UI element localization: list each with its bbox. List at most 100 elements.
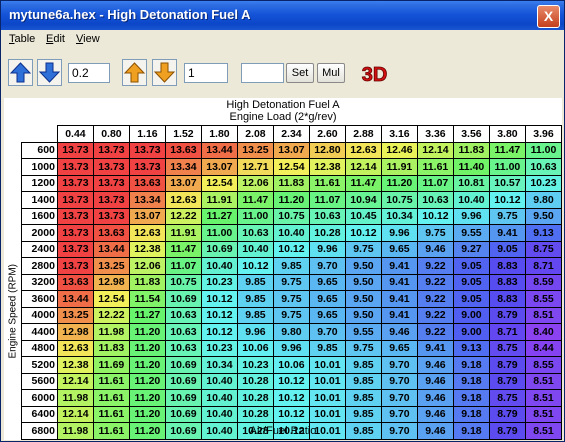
afr-cell[interactable]: 9.13 <box>452 339 490 357</box>
afr-cell[interactable]: 9.65 <box>380 339 418 357</box>
afr-cell[interactable]: 10.69 <box>164 405 202 423</box>
afr-cell[interactable]: 11.47 <box>344 174 382 192</box>
menu-table[interactable]: Table <box>9 33 35 45</box>
afr-cell[interactable]: 13.73 <box>92 141 130 159</box>
afr-cell[interactable]: 11.83 <box>272 174 310 192</box>
afr-cell[interactable]: 13.25 <box>236 141 274 159</box>
afr-cell[interactable]: 8.51 <box>524 405 563 423</box>
afr-cell[interactable]: 11.61 <box>92 389 130 407</box>
afr-cell[interactable]: 13.73 <box>56 240 94 258</box>
afr-cell[interactable]: 12.14 <box>416 141 454 159</box>
afr-cell[interactable]: 11.20 <box>128 405 166 423</box>
afr-cell[interactable]: 9.65 <box>308 273 346 291</box>
afr-cell[interactable]: 10.94 <box>344 191 382 209</box>
afr-cell[interactable]: 9.27 <box>452 240 490 258</box>
afr-cell[interactable]: 9.50 <box>344 273 382 291</box>
afr-cell[interactable]: 9.75 <box>272 290 310 308</box>
afr-cell[interactable]: 10.23 <box>524 174 563 192</box>
decrease-orange-button[interactable] <box>152 59 177 86</box>
afr-cell[interactable]: 11.40 <box>452 158 490 176</box>
afr-cell[interactable]: 9.41 <box>380 306 418 324</box>
afr-cell[interactable]: 13.73 <box>56 141 94 159</box>
afr-cell[interactable]: 9.41 <box>380 257 418 275</box>
afr-cell[interactable]: 9.00 <box>452 323 490 341</box>
afr-cell[interactable]: 9.70 <box>308 323 346 341</box>
afr-cell[interactable]: 10.69 <box>200 240 238 258</box>
afr-cell[interactable]: 10.06 <box>236 339 274 357</box>
afr-cell[interactable]: 8.79 <box>488 405 526 423</box>
afr-cell[interactable]: 13.44 <box>56 290 94 308</box>
afr-cell[interactable]: 10.75 <box>164 273 202 291</box>
afr-cell[interactable]: 8.40 <box>524 323 563 341</box>
afr-cell[interactable]: 9.85 <box>236 306 274 324</box>
afr-cell[interactable]: 8.59 <box>524 273 563 291</box>
afr-cell[interactable]: 11.47 <box>164 240 202 258</box>
afr-cell[interactable]: 11.69 <box>92 356 130 374</box>
afr-cell[interactable]: 13.73 <box>56 257 94 275</box>
afr-cell[interactable]: 11.98 <box>56 389 94 407</box>
afr-cell[interactable]: 12.22 <box>164 207 202 225</box>
afr-cell[interactable]: 10.34 <box>200 356 238 374</box>
set-button[interactable]: Set <box>286 63 314 83</box>
afr-cell[interactable]: 9.96 <box>380 224 418 242</box>
afr-cell[interactable]: 9.50 <box>344 257 382 275</box>
afr-cell[interactable]: 9.22 <box>416 257 454 275</box>
afr-cell[interactable]: 8.75 <box>488 339 526 357</box>
afr-cell[interactable]: 9.96 <box>308 240 346 258</box>
afr-cell[interactable]: 8.55 <box>524 356 563 374</box>
afr-cell[interactable]: 9.85 <box>308 339 346 357</box>
afr-cell[interactable]: 9.70 <box>380 389 418 407</box>
afr-cell[interactable]: 9.70 <box>380 372 418 390</box>
afr-cell[interactable]: 9.96 <box>452 207 490 225</box>
afr-cell[interactable]: 9.46 <box>416 240 454 258</box>
afr-cell[interactable]: 12.54 <box>200 174 238 192</box>
afr-cell[interactable]: 11.00 <box>488 158 526 176</box>
afr-cell[interactable]: 9.22 <box>416 273 454 291</box>
afr-cell[interactable]: 11.91 <box>164 224 202 242</box>
afr-cell[interactable]: 13.73 <box>56 207 94 225</box>
afr-cell[interactable]: 10.63 <box>164 339 202 357</box>
afr-cell[interactable]: 10.06 <box>272 356 310 374</box>
afr-cell[interactable]: 8.83 <box>488 273 526 291</box>
afr-cell[interactable]: 9.13 <box>524 224 563 242</box>
afr-cell[interactable]: 12.98 <box>92 273 130 291</box>
afr-cell[interactable]: 11.20 <box>128 389 166 407</box>
afr-cell[interactable]: 11.07 <box>416 174 454 192</box>
afr-cell[interactable]: 8.51 <box>524 306 563 324</box>
afr-cell[interactable]: 12.98 <box>56 323 94 341</box>
afr-cell[interactable]: 10.81 <box>452 174 490 192</box>
afr-cell[interactable]: 12.14 <box>56 372 94 390</box>
afr-cell[interactable]: 10.12 <box>344 224 382 242</box>
afr-cell[interactable]: 9.75 <box>416 224 454 242</box>
afr-cell[interactable]: 8.79 <box>488 372 526 390</box>
afr-cell[interactable]: 9.22 <box>416 323 454 341</box>
afr-cell[interactable]: 10.23 <box>200 273 238 291</box>
afr-cell[interactable]: 9.46 <box>416 372 454 390</box>
afr-cell[interactable]: 12.06 <box>128 257 166 275</box>
afr-cell[interactable]: 9.55 <box>452 224 490 242</box>
afr-cell[interactable]: 10.40 <box>200 372 238 390</box>
afr-cell[interactable]: 8.71 <box>524 257 563 275</box>
afr-cell[interactable]: 11.91 <box>200 191 238 209</box>
afr-cell[interactable]: 13.63 <box>92 224 130 242</box>
afr-cell[interactable]: 9.65 <box>308 290 346 308</box>
afr-cell[interactable]: 12.22 <box>92 306 130 324</box>
afr-cell[interactable]: 9.85 <box>344 372 382 390</box>
afr-cell[interactable]: 13.73 <box>128 141 166 159</box>
afr-cell[interactable]: 9.46 <box>380 323 418 341</box>
afr-cell[interactable]: 11.83 <box>92 339 130 357</box>
afr-cell[interactable]: 13.63 <box>164 141 202 159</box>
afr-cell[interactable]: 12.63 <box>164 191 202 209</box>
afr-cell[interactable]: 10.12 <box>272 240 310 258</box>
afr-cell[interactable]: 13.73 <box>128 158 166 176</box>
decrease-blue-button[interactable] <box>37 59 62 86</box>
afr-cell[interactable]: 8.79 <box>488 356 526 374</box>
afr-cell[interactable]: 10.23 <box>200 339 238 357</box>
afr-cell[interactable]: 10.69 <box>164 372 202 390</box>
afr-cell[interactable]: 12.71 <box>236 158 274 176</box>
afr-cell[interactable]: 10.12 <box>488 191 526 209</box>
afr-cell[interactable]: 9.05 <box>488 240 526 258</box>
afr-cell[interactable]: 12.63 <box>344 141 382 159</box>
afr-cell[interactable]: 11.20 <box>128 339 166 357</box>
afr-cell[interactable]: 13.07 <box>164 174 202 192</box>
